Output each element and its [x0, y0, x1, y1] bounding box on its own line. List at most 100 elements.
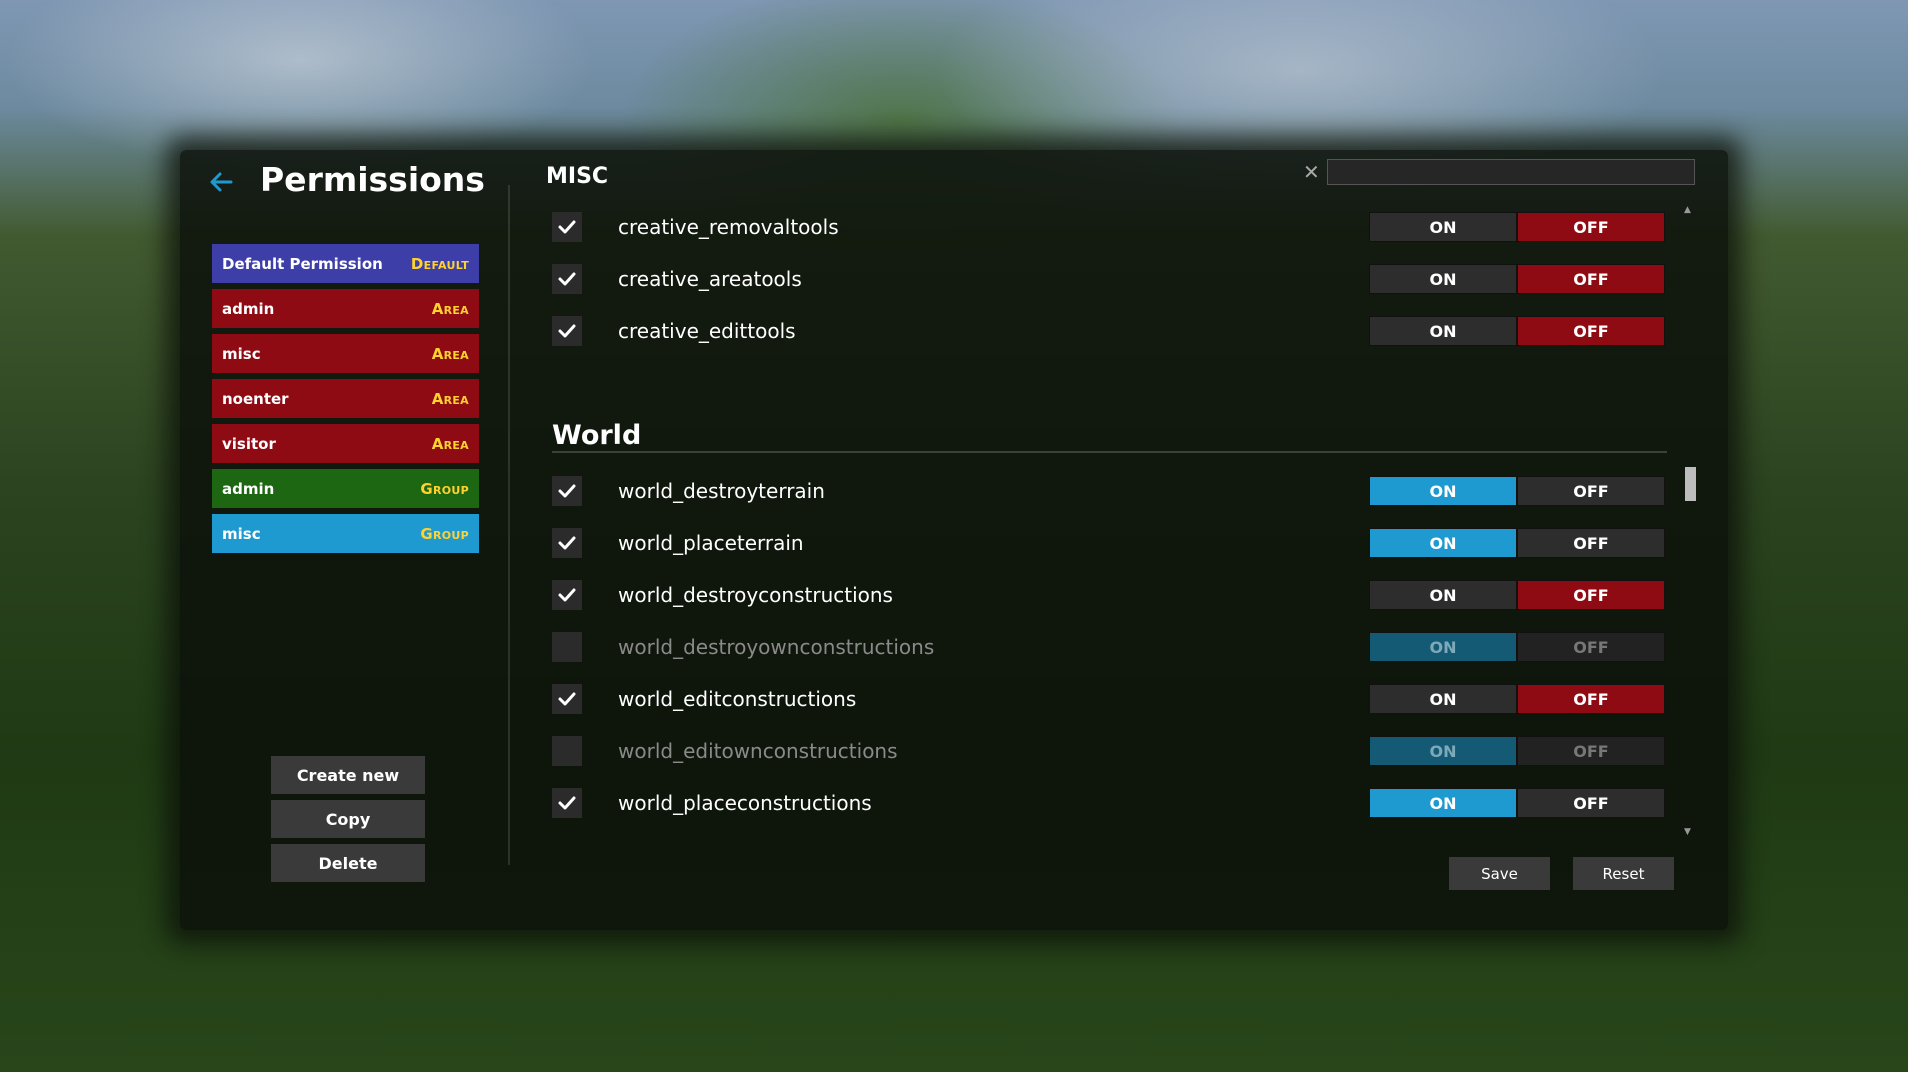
- toggle-on-button[interactable]: ON: [1369, 476, 1517, 506]
- permission-row: world_destroyterrain ON OFF: [552, 476, 1668, 508]
- on-off-toggle: ON OFF: [1369, 580, 1667, 610]
- permission-row: world_editownconstructions ON OFF: [552, 736, 1668, 768]
- permission-type-badge: Group: [420, 479, 469, 498]
- permission-row: world_placeconstructions ON OFF: [552, 788, 1668, 820]
- checkmark-icon: [558, 692, 576, 706]
- permission-row: world_destroyownconstructions ON OFF: [552, 632, 1668, 664]
- permission-list: Default Permission Default admin Area mi…: [212, 244, 479, 559]
- checkmark-icon: [558, 536, 576, 550]
- section-title-world: World: [552, 420, 642, 451]
- permission-type-badge: Area: [431, 344, 469, 363]
- delete-button[interactable]: Delete: [271, 844, 425, 882]
- permission-type-badge: Default: [410, 254, 469, 273]
- toggle-off-button[interactable]: OFF: [1517, 316, 1665, 346]
- permission-row-label: world_placeterrain: [618, 531, 804, 555]
- on-off-toggle: ON OFF: [1369, 316, 1667, 346]
- permission-type-badge: Area: [431, 434, 469, 453]
- permission-item-misc-group[interactable]: misc Group: [212, 514, 479, 553]
- permission-row: creative_removaltools ON OFF: [552, 212, 1668, 244]
- enable-checkbox[interactable]: [552, 212, 582, 242]
- permission-row-label: world_destroyownconstructions: [618, 635, 935, 659]
- enable-checkbox[interactable]: [552, 264, 582, 294]
- toggle-off-button[interactable]: OFF: [1517, 212, 1665, 242]
- enable-checkbox[interactable]: [552, 788, 582, 818]
- permission-row-label: creative_areatools: [618, 267, 802, 291]
- scrollbar-thumb[interactable]: [1685, 467, 1696, 501]
- on-off-toggle: ON OFF: [1369, 684, 1667, 714]
- enable-checkbox[interactable]: [552, 736, 582, 766]
- permission-name: noenter: [222, 389, 289, 408]
- permission-item-noenter-area[interactable]: noenter Area: [212, 379, 479, 418]
- on-off-toggle: ON OFF: [1369, 788, 1667, 818]
- permission-row-label: creative_removaltools: [618, 215, 839, 239]
- toggle-off-button[interactable]: OFF: [1517, 632, 1665, 662]
- column-divider: [508, 185, 510, 865]
- scroll-down-arrow-icon[interactable]: ▼: [1684, 827, 1691, 837]
- toggle-on-button[interactable]: ON: [1369, 264, 1517, 294]
- section-divider: [552, 451, 1667, 453]
- permission-row: world_editconstructions ON OFF: [552, 684, 1668, 716]
- toggle-on-button[interactable]: ON: [1369, 788, 1517, 818]
- toggle-off-button[interactable]: OFF: [1517, 580, 1665, 610]
- enable-checkbox[interactable]: [552, 476, 582, 506]
- enable-checkbox[interactable]: [552, 684, 582, 714]
- permission-row: creative_areatools ON OFF: [552, 264, 1668, 296]
- reset-button[interactable]: Reset: [1573, 857, 1674, 890]
- on-off-toggle: ON OFF: [1369, 476, 1667, 506]
- permission-name: misc: [222, 524, 261, 543]
- search-input[interactable]: [1327, 159, 1695, 185]
- copy-button[interactable]: Copy: [271, 800, 425, 838]
- save-button[interactable]: Save: [1449, 857, 1550, 890]
- checkmark-icon: [558, 484, 576, 498]
- permission-item-visitor-area[interactable]: visitor Area: [212, 424, 479, 463]
- enable-checkbox[interactable]: [552, 528, 582, 558]
- toggle-off-button[interactable]: OFF: [1517, 264, 1665, 294]
- permission-item-misc-area[interactable]: misc Area: [212, 334, 479, 373]
- on-off-toggle: ON OFF: [1369, 632, 1667, 662]
- checkmark-icon: [558, 796, 576, 810]
- toggle-on-button[interactable]: ON: [1369, 736, 1517, 766]
- arrow-left-icon[interactable]: [205, 166, 237, 198]
- permission-row-label: world_destroyconstructions: [618, 583, 893, 607]
- section-title-misc: MISC: [546, 164, 609, 189]
- create-new-button[interactable]: Create new: [271, 756, 425, 794]
- permission-name: misc: [222, 344, 261, 363]
- permission-row-label: world_editconstructions: [618, 687, 857, 711]
- on-off-toggle: ON OFF: [1369, 264, 1667, 294]
- permission-name: visitor: [222, 434, 276, 453]
- checkmark-icon: [558, 272, 576, 286]
- toggle-off-button[interactable]: OFF: [1517, 476, 1665, 506]
- checkmark-icon: [558, 220, 576, 234]
- on-off-toggle: ON OFF: [1369, 212, 1667, 242]
- enable-checkbox[interactable]: [552, 316, 582, 346]
- toggle-off-button[interactable]: OFF: [1517, 736, 1665, 766]
- permission-item-admin-area[interactable]: admin Area: [212, 289, 479, 328]
- on-off-toggle: ON OFF: [1369, 736, 1667, 766]
- enable-checkbox[interactable]: [552, 632, 582, 662]
- permission-type-badge: Area: [431, 389, 469, 408]
- permission-name: admin: [222, 479, 275, 498]
- toggle-off-button[interactable]: OFF: [1517, 788, 1665, 818]
- permission-row: creative_edittools ON OFF: [552, 316, 1668, 348]
- permission-item-admin-group[interactable]: admin Group: [212, 469, 479, 508]
- enable-checkbox[interactable]: [552, 580, 582, 610]
- permission-row: world_destroyconstructions ON OFF: [552, 580, 1668, 612]
- permission-actions: Create new Copy Delete: [271, 756, 425, 888]
- permission-name: admin: [222, 299, 275, 318]
- toggle-on-button[interactable]: ON: [1369, 632, 1517, 662]
- toggle-off-button[interactable]: OFF: [1517, 684, 1665, 714]
- close-icon[interactable]: ✕: [1303, 160, 1320, 184]
- checkmark-icon: [558, 324, 576, 338]
- permission-row: world_placeterrain ON OFF: [552, 528, 1668, 560]
- permission-row-label: world_placeconstructions: [618, 791, 872, 815]
- page-title: Permissions: [260, 160, 485, 199]
- permission-row-label: world_editownconstructions: [618, 739, 898, 763]
- toggle-off-button[interactable]: OFF: [1517, 528, 1665, 558]
- toggle-on-button[interactable]: ON: [1369, 684, 1517, 714]
- scroll-up-arrow-icon[interactable]: ▲: [1684, 205, 1691, 215]
- toggle-on-button[interactable]: ON: [1369, 212, 1517, 242]
- permission-item-default[interactable]: Default Permission Default: [212, 244, 479, 283]
- toggle-on-button[interactable]: ON: [1369, 528, 1517, 558]
- toggle-on-button[interactable]: ON: [1369, 316, 1517, 346]
- toggle-on-button[interactable]: ON: [1369, 580, 1517, 610]
